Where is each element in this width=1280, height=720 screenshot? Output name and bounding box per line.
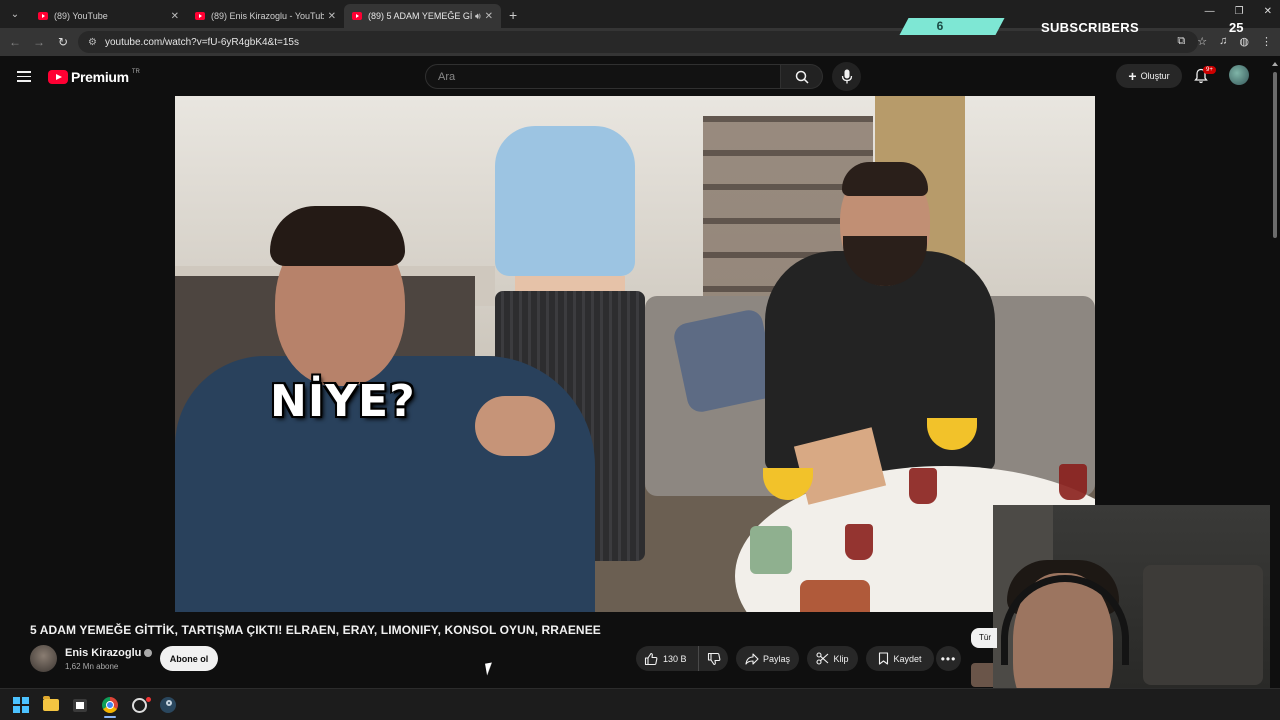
share-label: Paylaş — [762, 653, 790, 664]
create-label: Oluştur — [1140, 71, 1170, 81]
search-button[interactable] — [781, 64, 823, 89]
restore-icon[interactable]: ❐ — [1235, 6, 1244, 17]
microphone-icon — [841, 69, 852, 84]
url-text: youtube.com/watch?v=fU-6yR4gbK4&t=15s — [104, 36, 299, 48]
tab-title: (89) 5 ADAM YEMEĞE GİTT — [368, 11, 472, 21]
video-frame-copper-cup — [800, 580, 870, 612]
create-button[interactable]: + Oluştur — [1116, 64, 1182, 88]
youtube-favicon-icon — [195, 12, 205, 20]
hamburger-menu-icon[interactable] — [17, 71, 31, 82]
channel-subscriber-count: 1,62 Mn abone — [65, 662, 119, 671]
back-icon[interactable]: ← — [3, 35, 27, 49]
thumbs-up-icon — [644, 652, 658, 665]
active-app-indicator — [104, 716, 116, 718]
save-label: Kaydet — [893, 653, 922, 664]
voice-search-button[interactable] — [832, 62, 861, 91]
site-info-icon[interactable]: ⚙ — [88, 37, 97, 48]
close-window-icon[interactable]: ✕ — [1264, 6, 1272, 17]
forward-icon[interactable]: → — [27, 35, 51, 49]
tab-title: (89) YouTube — [54, 11, 108, 21]
scroll-thumb[interactable] — [1273, 72, 1277, 238]
clip-label: Klip — [833, 653, 849, 664]
video-frame-mug — [750, 526, 792, 574]
plus-icon: + — [1128, 67, 1137, 84]
video-frame-pillow — [671, 307, 779, 415]
scissors-icon — [816, 652, 829, 665]
recording-dot-icon — [146, 697, 151, 702]
notification-badge: 9+ — [1203, 66, 1216, 74]
video-frame-tea-glass — [845, 524, 873, 560]
clip-button[interactable]: Klip — [807, 646, 858, 671]
share-button[interactable]: Paylaş — [736, 646, 799, 671]
video-frame-tea-glass — [909, 468, 937, 504]
dislike-button[interactable] — [699, 652, 728, 666]
chrome-icon[interactable] — [101, 696, 119, 714]
tab-close-icon[interactable]: ✕ — [328, 11, 336, 22]
search-icon — [795, 70, 809, 84]
scroll-up-arrow-icon[interactable] — [1272, 62, 1278, 66]
youtube-favicon-icon — [38, 12, 48, 20]
menu-dots-icon[interactable]: ⋮ — [1261, 35, 1272, 48]
bookmark-icon — [879, 652, 889, 665]
like-button[interactable]: 130 B — [636, 646, 699, 671]
subscribe-button[interactable]: Abone ol — [160, 646, 218, 671]
subscriber-progress-bar — [899, 18, 1005, 35]
like-dislike-group: 130 B — [636, 646, 728, 671]
tab-close-icon[interactable]: ✕ — [171, 11, 179, 22]
save-button[interactable]: Kaydet — [866, 646, 934, 671]
new-tab-icon[interactable]: + — [509, 7, 517, 23]
more-actions-icon[interactable]: ••• — [936, 646, 961, 671]
microsoft-store-icon[interactable] — [71, 696, 89, 714]
video-player[interactable]: NİYE? — [175, 96, 1095, 612]
tab-close-icon[interactable]: ✕ — [485, 11, 493, 22]
tab-search-icon[interactable]: ⌄ — [4, 4, 26, 24]
video-frame-tea-glass — [1059, 464, 1087, 500]
window-controls: — ❐ ✕ — [1205, 6, 1272, 17]
youtube-header: Premium TR Ara + Oluştur 9+ — [0, 56, 1280, 96]
logo-text: Premium — [71, 69, 129, 85]
browser-tab-2[interactable]: (89) Enis Kirazoglu - YouTube ✕ — [187, 4, 344, 28]
profile-icon[interactable]: ◍ — [1239, 35, 1249, 48]
toolbar-icons: ⧉ ☆ ♫ ◍ ⋮ — [1177, 35, 1272, 48]
windows-taskbar — [0, 688, 1280, 720]
related-video-thumbnail[interactable] — [971, 663, 993, 687]
filter-chip-all[interactable]: Tür — [971, 628, 997, 648]
subscriber-goal: 25 — [1229, 20, 1244, 35]
browser-tab-1[interactable]: (89) YouTube ✕ — [30, 4, 187, 28]
logo-region: TR — [131, 69, 140, 75]
share-arrow-icon — [745, 652, 759, 665]
subscriber-label: SUBSCRIBERS — [1041, 20, 1139, 35]
like-count: 130 B — [663, 653, 687, 664]
video-title: 5 ADAM YEMEĞE GİTTİK, TARTIŞMA ÇIKTI! EL… — [30, 623, 601, 637]
channel-name-row[interactable]: Enis Kirazoglu — [65, 647, 153, 659]
subscriber-progress-value: 6 — [936, 19, 944, 33]
youtube-favicon-icon — [352, 12, 362, 20]
windows-start-icon[interactable] — [12, 696, 30, 714]
reload-icon[interactable]: ↻ — [51, 35, 75, 49]
install-app-icon[interactable]: ⧉ — [1177, 35, 1185, 48]
speaker-icon[interactable]: 🔊︎ — [475, 11, 481, 22]
mouse-cursor-icon — [485, 662, 494, 676]
user-avatar[interactable] — [1229, 65, 1249, 85]
video-caption: NİYE? — [270, 376, 416, 427]
address-bar[interactable]: ⚙ youtube.com/watch?v=fU-6yR4gbK4&t=15s — [78, 31, 1198, 53]
channel-avatar[interactable] — [30, 645, 57, 672]
tab-title: (89) Enis Kirazoglu - YouTube — [211, 11, 324, 21]
search-input[interactable]: Ara — [425, 64, 781, 89]
minimize-icon[interactable]: — — [1205, 6, 1215, 17]
youtube-logo[interactable]: Premium TR — [48, 69, 140, 85]
bookmark-star-icon[interactable]: ☆ — [1197, 35, 1207, 48]
verified-badge-icon — [144, 649, 153, 657]
channel-name[interactable]: Enis Kirazoglu — [65, 647, 141, 659]
browser-tab-3[interactable]: (89) 5 ADAM YEMEĞE GİTT 🔊︎ ✕ — [344, 4, 501, 28]
media-controls-icon[interactable]: ♫ — [1219, 35, 1227, 48]
file-explorer-icon[interactable] — [42, 696, 60, 714]
thumbs-down-icon — [707, 652, 720, 665]
youtube-play-logo-icon — [48, 70, 68, 84]
page-scrollbar[interactable] — [1270, 56, 1280, 688]
steam-icon[interactable] — [159, 696, 177, 714]
